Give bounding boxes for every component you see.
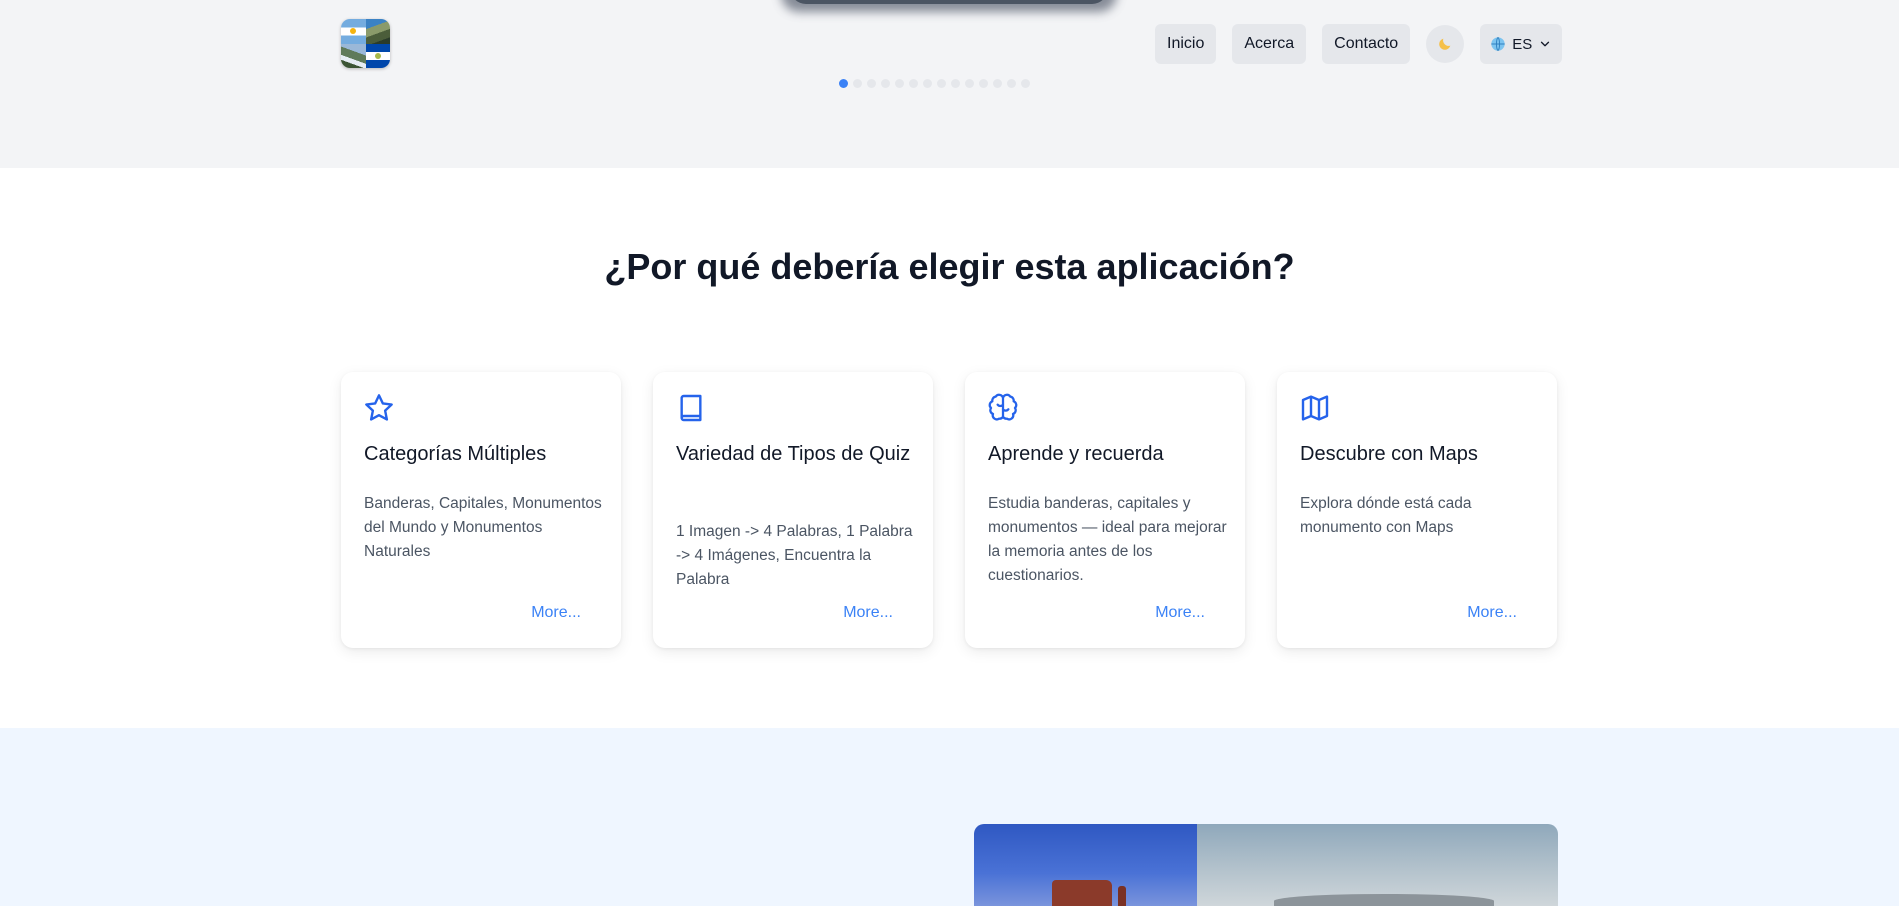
nav-acerca-button[interactable]: Acerca [1232,24,1307,64]
logo-landscape-photo [365,19,390,44]
main-nav: Inicio Acerca Contacto ES [1155,24,1563,64]
features-heading: ¿Por qué debería elegir esta aplicación? [604,246,1295,287]
carousel-dot[interactable] [867,79,876,88]
map-icon [1301,395,1329,421]
feature-card-description: Explora dónde está cada monumento con Ma… [1300,495,1472,536]
carousel-indicators [839,79,1030,89]
language-selector[interactable]: ES [1480,24,1563,64]
logo-mountain-photo [341,43,366,68]
carousel-dot[interactable] [839,79,848,88]
photo-butte-rock [1052,880,1112,906]
carousel-dot[interactable] [937,79,946,88]
feature-card-more-link[interactable]: More... [1467,604,1517,622]
star-icon [365,394,393,421]
feature-card-title: Categorías Múltiples [364,443,547,465]
feature-card-title: Descubre con Maps [1300,443,1478,465]
logo-flag-el-salvador [365,43,390,68]
app-logo[interactable] [341,19,390,68]
carousel-dot[interactable] [853,79,862,88]
feature-card-description: Estudia banderas, capitales y monumentos… [988,495,1227,584]
carousel-dot[interactable] [1021,79,1030,88]
carousel-dot[interactable] [979,79,988,88]
feature-card-maps: Descubre con Maps Explora dónde está cad… [1277,372,1557,648]
book-icon [680,394,702,422]
carousel-dot[interactable] [895,79,904,88]
brain-icon [988,393,1018,421]
monument-photo [974,824,1558,906]
feature-card-title: Aprende y recuerda [988,443,1164,465]
carousel-dot[interactable] [909,79,918,88]
feature-card-more-link[interactable]: More... [1155,604,1205,622]
carousel-dot[interactable] [951,79,960,88]
feature-card-more-link[interactable]: More... [843,604,893,622]
carousel-dot[interactable] [1007,79,1016,88]
logo-flag-argentina [341,19,366,44]
carousel-dot[interactable] [965,79,974,88]
feature-card-description: Banderas, Capitales, Monumentos del Mund… [364,495,602,560]
feature-card-learn: Aprende y recuerda Estudia banderas, cap… [965,372,1245,648]
theme-toggle-button[interactable] [1426,25,1465,63]
showcase-section [0,728,1899,906]
carousel-dot[interactable] [881,79,890,88]
globe-icon [1491,37,1505,51]
feature-card-title: Variedad de Tipos de Quiz [676,443,911,465]
nav-contacto-button[interactable]: Contacto [1322,24,1411,64]
nav-inicio-button[interactable]: Inicio [1155,24,1217,64]
carousel-dot[interactable] [993,79,1002,88]
carousel-image-edge [790,0,1108,4]
feature-card-quiz-types: Variedad de Tipos de Quiz 1 Imagen -> 4 … [653,372,933,648]
feature-card-description: 1 Imagen -> 4 Palabras, 1 Palabra -> 4 I… [676,523,913,588]
photo-distant-mountain [1274,894,1494,906]
hero-section: Inicio Acerca Contacto ES [0,0,1899,168]
language-label: ES [1512,35,1533,53]
photo-butte-spire [1118,886,1126,906]
moon-icon [1439,38,1451,50]
carousel-dot[interactable] [923,79,932,88]
chevron-down-icon [1541,41,1550,47]
feature-card-categories: Categorías Múltiples Banderas, Capitales… [341,372,621,648]
feature-card-more-link[interactable]: More... [531,604,581,622]
